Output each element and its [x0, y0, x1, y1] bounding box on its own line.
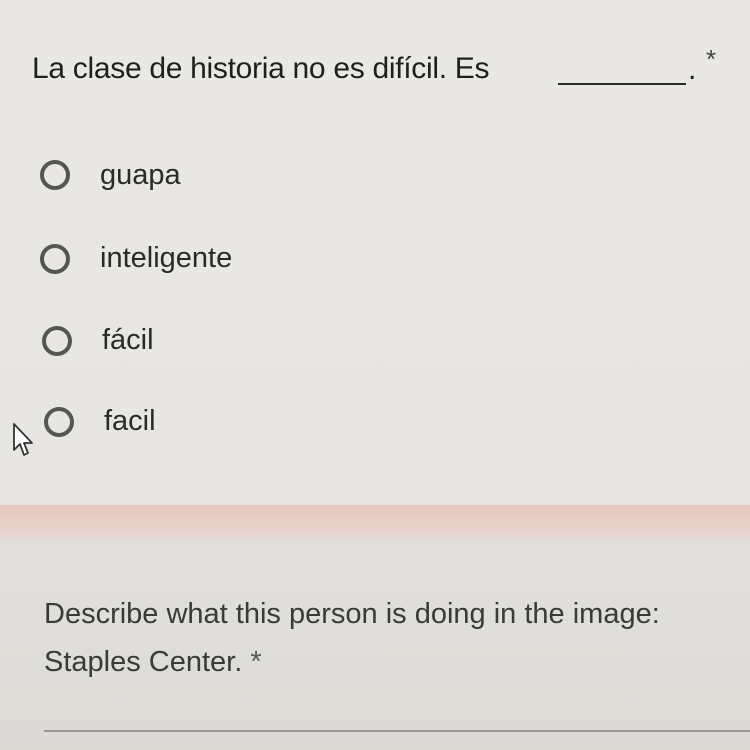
question-card-1: La clase de historia no es difícil. Es .… [0, 0, 750, 505]
option-facil[interactable]: facil [0, 398, 400, 448]
blank-period: . [688, 53, 697, 86]
question-2-line-2-text: Staples Center. [44, 646, 243, 678]
question-title: La clase de historia no es difícil. Es [32, 52, 490, 85]
option-label: guapa [100, 159, 181, 191]
short-answer-input[interactable] [44, 730, 750, 732]
required-asterisk: * [706, 44, 717, 74]
question-2-line-1: Describe what this person is doing in th… [44, 598, 660, 630]
form-page: La clase de historia no es difícil. Es .… [0, 0, 750, 750]
option-facil-accent[interactable]: fácil [0, 316, 400, 366]
mouse-pointer-icon [13, 423, 33, 456]
required-asterisk: * [250, 646, 262, 678]
question-2-line-2: Staples Center. * [44, 638, 660, 686]
radio-unchecked-icon[interactable] [44, 407, 74, 437]
option-label: facil [104, 405, 156, 437]
question-2-text: Describe what this person is doing in th… [44, 590, 660, 686]
radio-unchecked-icon[interactable] [40, 160, 70, 190]
radio-unchecked-icon[interactable] [42, 326, 72, 356]
fill-in-blank-line [558, 83, 686, 85]
option-inteligente[interactable]: inteligente [0, 234, 400, 284]
section-divider [0, 505, 750, 543]
option-guapa[interactable]: guapa [0, 152, 400, 202]
option-label: fácil [102, 324, 154, 356]
radio-unchecked-icon[interactable] [40, 244, 70, 274]
option-label: inteligente [100, 242, 233, 274]
